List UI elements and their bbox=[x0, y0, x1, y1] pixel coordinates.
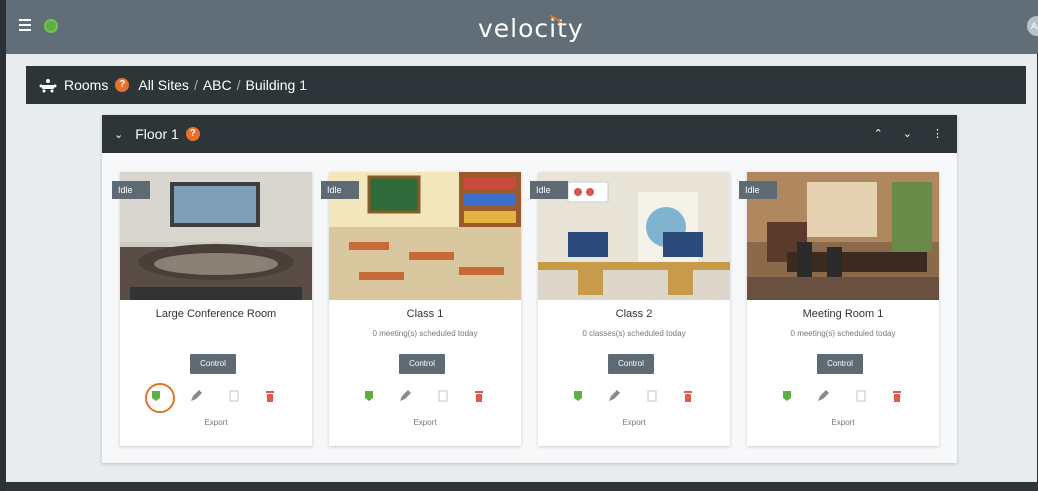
control-button[interactable]: Control bbox=[190, 354, 236, 374]
breadcrumb-separator: / bbox=[236, 77, 241, 93]
hamburger-menu-icon[interactable] bbox=[19, 19, 31, 31]
room-card: Idle Class 1 0 meeting(s) scheduled toda… bbox=[321, 172, 521, 446]
copy-icon[interactable] bbox=[642, 386, 662, 406]
top-bar: velocity AA bbox=[6, 0, 1038, 54]
room-status-icon[interactable] bbox=[145, 383, 175, 413]
room-name: Large Conference Room bbox=[155, 308, 277, 320]
help-icon[interactable]: ? bbox=[115, 78, 130, 92]
move-down-icon[interactable]: ⌄ bbox=[903, 127, 912, 140]
card-actions bbox=[747, 386, 939, 406]
room-card: Idle Class 2 0 classes(s) scheduled toda… bbox=[530, 172, 730, 446]
delete-icon[interactable] bbox=[469, 386, 489, 406]
footer-bar bbox=[6, 482, 1038, 491]
card-actions bbox=[538, 386, 730, 406]
room-name: Class 2 bbox=[615, 308, 653, 320]
export-link[interactable]: Export bbox=[747, 418, 939, 427]
edit-icon[interactable] bbox=[395, 386, 415, 406]
edit-icon[interactable] bbox=[186, 386, 206, 406]
control-button[interactable]: Control bbox=[399, 354, 445, 374]
control-button[interactable]: Control bbox=[608, 354, 654, 374]
breadcrumb-building[interactable]: Building 1 bbox=[246, 77, 308, 93]
export-link[interactable]: Export bbox=[120, 418, 312, 427]
breadcrumb-abc[interactable]: ABC bbox=[203, 77, 232, 93]
room-status-icon[interactable] bbox=[359, 386, 379, 406]
floor-title: Floor 1 bbox=[135, 126, 179, 142]
copy-icon[interactable] bbox=[851, 386, 871, 406]
room-name: Meeting Room 1 bbox=[802, 308, 884, 320]
globe-icon[interactable] bbox=[44, 19, 58, 33]
schedule-text: 0 meeting(s) scheduled today bbox=[372, 329, 478, 338]
room-card: Idle Meeting Room 1 0 meeting(s) schedul… bbox=[739, 172, 939, 446]
user-avatar[interactable]: AA bbox=[1027, 16, 1038, 36]
breadcrumb-all-sites[interactable]: All Sites bbox=[138, 77, 189, 93]
floor-panel: ⌄ Floor 1 ? ⌃ ⌄ ⋮ Idle Large Conference … bbox=[102, 115, 957, 463]
room-status-icon[interactable] bbox=[777, 386, 797, 406]
section-title: Rooms bbox=[64, 77, 109, 93]
room-status-icon[interactable] bbox=[568, 386, 588, 406]
room-card: Idle Large Conference Room Control Expor… bbox=[112, 172, 312, 446]
app-logo: velocity bbox=[478, 14, 584, 43]
room-name: Class 1 bbox=[406, 308, 444, 320]
edit-icon[interactable] bbox=[604, 386, 624, 406]
card-actions bbox=[329, 386, 521, 406]
status-badge: Idle bbox=[112, 181, 150, 199]
more-options-icon[interactable]: ⋮ bbox=[932, 127, 943, 140]
status-badge: Idle bbox=[739, 181, 777, 199]
edit-icon[interactable] bbox=[813, 386, 833, 406]
copy-icon[interactable] bbox=[224, 386, 244, 406]
breadcrumb-separator: / bbox=[193, 77, 198, 93]
control-button[interactable]: Control bbox=[817, 354, 863, 374]
highlight-ring bbox=[145, 383, 175, 413]
delete-icon[interactable] bbox=[887, 386, 907, 406]
move-up-icon[interactable]: ⌃ bbox=[874, 127, 883, 140]
export-link[interactable]: Export bbox=[538, 418, 730, 427]
collapse-chevron-icon[interactable]: ⌄ bbox=[114, 128, 123, 141]
rooms-icon bbox=[39, 79, 57, 93]
status-badge: Idle bbox=[530, 181, 568, 199]
delete-icon[interactable] bbox=[260, 386, 280, 406]
export-link[interactable]: Export bbox=[329, 418, 521, 427]
status-badge: Idle bbox=[321, 181, 359, 199]
room-cards: Idle Large Conference Room Control Expor… bbox=[112, 172, 950, 446]
schedule-text: 0 classes(s) scheduled today bbox=[582, 329, 686, 338]
card-actions bbox=[120, 383, 312, 413]
copy-icon[interactable] bbox=[433, 386, 453, 406]
floor-header: ⌄ Floor 1 ? ⌃ ⌄ ⋮ bbox=[102, 115, 957, 153]
logo-accent-icon bbox=[550, 15, 562, 23]
delete-icon[interactable] bbox=[678, 386, 698, 406]
help-icon[interactable]: ? bbox=[185, 127, 200, 141]
schedule-text: 0 meeting(s) scheduled today bbox=[790, 329, 896, 338]
breadcrumb-bar: Rooms ? All Sites / ABC / Building 1 bbox=[26, 66, 1026, 104]
